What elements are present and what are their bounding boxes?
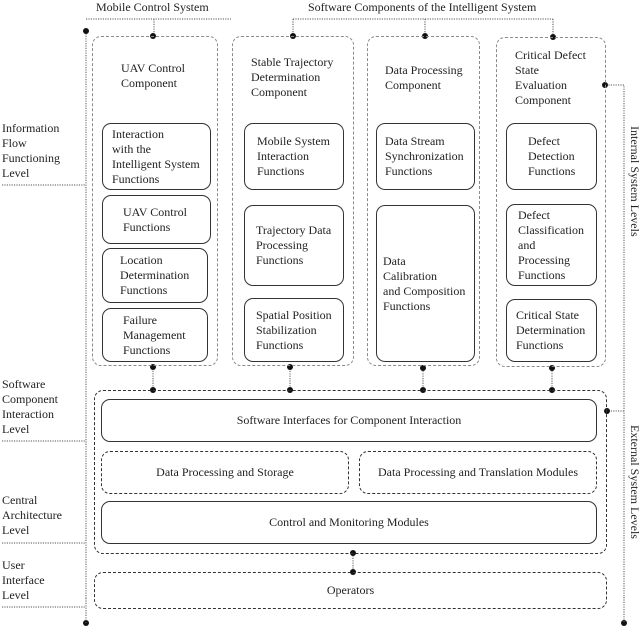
component-critical-defect: Critical Defect State Evaluation Compone… bbox=[496, 37, 606, 367]
level-software-component-interaction: Software Component Interaction Level bbox=[2, 377, 58, 436]
right-level-line bbox=[606, 84, 625, 597]
function-box: Critical State Determination Functions bbox=[506, 299, 597, 362]
header-software-components: Software Components of the Intelligent S… bbox=[308, 0, 537, 14]
control-monitoring-box: Control and Monitoring Modules bbox=[101, 501, 597, 544]
function-box: Interaction with the Intelligent System … bbox=[102, 123, 211, 190]
component-title: Stable Trajectory Determination Componen… bbox=[251, 55, 334, 99]
function-box: Defect Detection Functions bbox=[506, 123, 597, 190]
component-uav-control: UAV Control Component Interaction with t… bbox=[92, 36, 218, 366]
level-central-architecture: Central Architecture Level bbox=[2, 493, 62, 537]
label-internal-system-levels: Internal System Levels bbox=[628, 126, 640, 237]
data-processing-storage-box: Data Processing and Storage bbox=[101, 451, 349, 494]
data-processing-translation-box: Data Processing and Translation Modules bbox=[359, 451, 597, 494]
component-title: UAV Control Component bbox=[121, 61, 185, 90]
function-box: Mobile System Interaction Functions bbox=[244, 123, 344, 190]
function-box: Data Calibration and Composition Functio… bbox=[376, 205, 475, 362]
software-components-bracket bbox=[292, 18, 554, 36]
function-box: UAV Control Functions bbox=[102, 195, 211, 244]
component-stable-trajectory: Stable Trajectory Determination Componen… bbox=[232, 36, 354, 366]
software-interfaces-box: Software Interfaces for Component Intera… bbox=[101, 399, 597, 442]
component-title: Data Processing Component bbox=[385, 63, 463, 92]
label-external-system-levels: External System Levels bbox=[628, 425, 640, 539]
function-box: Data Stream Synchronization Functions bbox=[376, 123, 475, 190]
function-box: Trajectory Data Processing Functions bbox=[244, 205, 344, 286]
header-mobile-control-system: Mobile Control System bbox=[96, 0, 209, 14]
level-information-flow: Information Flow Functioning Level bbox=[2, 121, 61, 180]
function-box: Defect Classification and Processing Fun… bbox=[506, 204, 597, 286]
function-box: Failure Management Functions bbox=[102, 308, 208, 362]
function-box: Spatial Position Stabilization Functions bbox=[244, 298, 344, 362]
level-user-interface: User Interface Level bbox=[2, 558, 45, 602]
mobile-system-bracket bbox=[86, 18, 231, 36]
operators-box: Operators bbox=[94, 572, 607, 609]
function-box: Location Determination Functions bbox=[102, 248, 208, 303]
dot bbox=[83, 28, 89, 34]
dot bbox=[83, 620, 89, 626]
dot bbox=[621, 620, 627, 626]
component-title: Critical Defect State Evaluation Compone… bbox=[515, 48, 586, 107]
component-data-processing: Data Processing Component Data Stream Sy… bbox=[367, 36, 480, 366]
